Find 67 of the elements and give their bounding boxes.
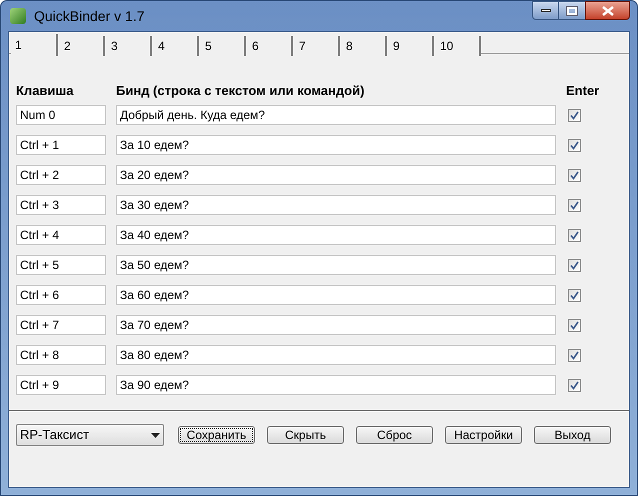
enter-checkbox[interactable] [568,228,581,242]
bind-field[interactable]: За 40 едем? [116,225,556,245]
window-title: QuickBinder v 1.7 [34,6,144,26]
enter-checkbox[interactable] [568,198,581,212]
action-button[interactable]: Сброс [356,426,433,444]
column-header: Клавиша [16,82,74,100]
bind-field[interactable]: За 90 едем? [116,375,556,395]
enter-checkbox[interactable] [568,318,581,332]
key-field[interactable]: Num 0 [16,105,106,125]
tab[interactable]: 2 [58,36,105,56]
bind-field[interactable]: За 60 едем? [116,285,556,305]
check-icon [570,380,579,390]
column-header: Enter [566,82,600,100]
profile-dropdown[interactable]: RP-Таксист [16,424,164,446]
action-button[interactable]: Скрыть [267,426,344,444]
enter-checkbox[interactable] [568,258,581,272]
app-icon [10,8,26,24]
key-field[interactable]: Ctrl + 8 [16,345,106,365]
bind-field[interactable]: За 50 едем? [116,255,556,275]
action-button[interactable]: Настройки [445,426,522,444]
bind-field[interactable]: За 80 едем? [116,345,556,365]
check-icon [570,200,579,210]
enter-checkbox[interactable] [568,348,581,362]
action-button[interactable]: Выход [534,426,611,444]
close-icon [602,6,614,16]
dropdown-value: RP-Таксист [20,426,90,444]
tab[interactable]: 7 [293,36,340,56]
check-icon [570,260,579,270]
check-icon [570,290,579,300]
maximize-button[interactable] [559,1,585,20]
check-icon [570,320,579,330]
caret-icon [151,432,160,438]
tab[interactable]: 9 [387,36,434,56]
key-field[interactable]: Ctrl + 5 [16,255,106,275]
check-icon [570,170,579,180]
action-button[interactable]: Сохранить [178,426,255,444]
key-field[interactable]: Ctrl + 7 [16,315,106,335]
check-icon [570,350,579,360]
tab[interactable]: 3 [105,36,152,56]
tab[interactable]: 6 [246,36,293,56]
bind-field[interactable]: Добрый день. Куда едем? [116,105,556,125]
check-icon [570,230,579,240]
enter-checkbox[interactable] [568,288,581,302]
bind-field[interactable]: За 70 едем? [116,315,556,335]
bind-field[interactable]: За 20 едем? [116,165,556,185]
column-header: Бинд (строка с текстом или командой) [116,82,366,100]
minimize-button[interactable] [532,1,559,20]
key-field[interactable]: Ctrl + 2 [16,165,106,185]
tab[interactable]: 1 [11,34,58,56]
key-field[interactable]: Ctrl + 4 [16,225,106,245]
enter-checkbox[interactable] [568,138,581,152]
key-field[interactable]: Ctrl + 6 [16,285,106,305]
check-icon [570,110,579,120]
tab[interactable]: 8 [340,36,387,56]
tab[interactable]: 5 [199,36,246,56]
key-field[interactable]: Ctrl + 1 [16,135,106,155]
enter-checkbox[interactable] [568,108,581,122]
bind-field[interactable]: За 10 едем? [116,135,556,155]
check-icon [570,140,579,150]
tab[interactable]: 4 [152,36,199,56]
key-field[interactable]: Ctrl + 9 [16,375,106,395]
key-field[interactable]: Ctrl + 3 [16,195,106,215]
bind-field[interactable]: За 30 едем? [116,195,556,215]
close-button[interactable] [585,1,630,20]
tab[interactable]: 10 [434,36,481,56]
enter-checkbox[interactable] [568,378,581,392]
enter-checkbox[interactable] [568,168,581,182]
